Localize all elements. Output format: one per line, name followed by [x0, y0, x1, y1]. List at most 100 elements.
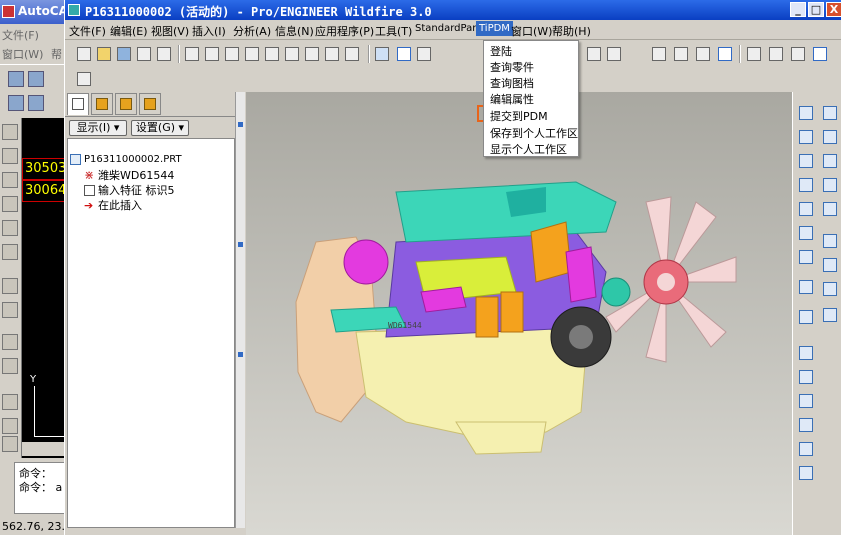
autocad-menu-help[interactable]: 帮 — [51, 48, 62, 61]
tab-folder-browser[interactable] — [91, 93, 113, 115]
autocad-menu-file[interactable]: 文件(F) — [2, 29, 39, 42]
datum-curve-button[interactable] — [797, 176, 815, 194]
datum-points-toggle[interactable] — [789, 45, 807, 63]
autocad-cloud-icon[interactable] — [2, 244, 18, 260]
redo-button[interactable] — [203, 45, 221, 63]
copy-button[interactable] — [243, 45, 261, 63]
show-dropdown[interactable]: 显示(I) ▾ — [69, 120, 127, 136]
tree-item-part[interactable]: P16311000002.PRT — [70, 153, 182, 167]
autocad-region-icon[interactable] — [2, 302, 18, 318]
pattern-button[interactable] — [821, 200, 839, 218]
extend-button[interactable] — [821, 232, 839, 250]
find-button[interactable] — [323, 45, 341, 63]
menu-standardpart[interactable]: StandardPart — [415, 23, 480, 34]
print-button[interactable] — [135, 45, 153, 63]
menu-analysis[interactable]: 分析(A) — [233, 23, 271, 39]
close-button[interactable]: X — [826, 2, 841, 17]
context-help-button[interactable] — [75, 70, 93, 88]
draft-button[interactable] — [797, 416, 815, 434]
menu-file[interactable]: 文件(F) — [69, 23, 106, 39]
autocad-tool-icon[interactable] — [28, 71, 44, 87]
save-button[interactable] — [115, 45, 133, 63]
orient-button[interactable] — [605, 45, 623, 63]
hole-button[interactable] — [797, 344, 815, 362]
chamfer-button[interactable] — [797, 464, 815, 482]
autocad-line-icon[interactable] — [2, 124, 18, 140]
menu-view[interactable]: 视图(V) — [151, 23, 189, 39]
hidden-line-button[interactable] — [672, 45, 690, 63]
autocad-arrow-icon[interactable] — [2, 418, 18, 434]
new-file-button[interactable] — [75, 45, 93, 63]
tree-item-import[interactable]: 输入特征 标识5 — [84, 184, 175, 198]
menu-insert[interactable]: 插入(I) — [192, 23, 226, 39]
graphics-window[interactable]: WD61544 — [246, 92, 792, 535]
autocad-tool-icon[interactable] — [8, 71, 24, 87]
menu-applications[interactable]: 应用程序(P) — [315, 23, 374, 39]
datum-point-button[interactable] — [415, 45, 433, 63]
tab-connections[interactable] — [139, 93, 161, 115]
shell-button[interactable] — [797, 368, 815, 386]
datum-plane-offset-button[interactable] — [797, 128, 815, 146]
menu-item-query-drawing[interactable]: 查询图档 — [490, 75, 534, 90]
autocad-circle-icon[interactable] — [2, 220, 18, 236]
autocad-tool-icon[interactable] — [28, 95, 44, 111]
datum-axis-button[interactable] — [395, 45, 413, 63]
selection-filter-button[interactable] — [343, 45, 361, 63]
menu-tipdm[interactable]: TiPDM — [476, 21, 513, 36]
round-button[interactable] — [797, 440, 815, 458]
menu-item-submit-to-pdm[interactable]: 提交到PDM — [490, 108, 548, 123]
open-file-button[interactable] — [95, 45, 113, 63]
autocad-tool-icon[interactable] — [8, 95, 24, 111]
autocad-text-icon[interactable] — [2, 334, 18, 350]
menu-item-edit-attributes[interactable]: 编辑属性 — [490, 91, 534, 106]
autocad-hatch-icon[interactable] — [2, 278, 18, 294]
menu-item-show-workspace[interactable]: 显示个人工作区 — [490, 141, 567, 156]
merge-button[interactable] — [821, 152, 839, 170]
thicken-button[interactable] — [821, 280, 839, 298]
cut-button[interactable] — [223, 45, 241, 63]
sketch-tool-button[interactable] — [797, 278, 815, 296]
undo-button[interactable] — [183, 45, 201, 63]
coordinate-systems-toggle[interactable] — [811, 45, 829, 63]
csys-button[interactable] — [797, 224, 815, 242]
rib-button[interactable] — [797, 392, 815, 410]
minimize-button[interactable]: _ — [790, 2, 806, 17]
paste-button[interactable] — [263, 45, 281, 63]
send-email-button[interactable] — [155, 45, 173, 63]
datum-plane-button[interactable] — [797, 104, 815, 122]
no-hidden-button[interactable] — [694, 45, 712, 63]
menu-tools[interactable]: 工具(T) — [375, 23, 412, 39]
settings-dropdown[interactable]: 设置(G) ▾ — [131, 120, 189, 136]
autocad-menu-window[interactable]: 窗口(W) — [2, 48, 43, 61]
autocad-rectangle-icon[interactable] — [2, 172, 18, 188]
spin-center-button[interactable] — [585, 45, 603, 63]
tab-model-tree[interactable] — [67, 93, 89, 115]
paste-special-button[interactable] — [283, 45, 301, 63]
autocad-polyline-icon[interactable] — [2, 148, 18, 164]
autocad-globe-icon[interactable] — [2, 436, 18, 452]
menu-info[interactable]: 信息(N) — [275, 23, 314, 39]
autocad-drawing-area[interactable]: 30503 30064 Y — [21, 118, 67, 458]
menu-item-query-part[interactable]: 查询零件 — [490, 59, 534, 74]
tree-item-feature[interactable]: ⋇ 潍柴WD61544 — [84, 169, 174, 183]
datum-axes-toggle[interactable] — [767, 45, 785, 63]
regenerate-button[interactable] — [303, 45, 321, 63]
shading-button[interactable] — [716, 45, 734, 63]
menu-edit[interactable]: 编辑(E) — [110, 23, 148, 39]
navigator-sash[interactable] — [235, 92, 245, 528]
autocad-check-icon[interactable] — [2, 394, 18, 410]
offset-button[interactable] — [821, 256, 839, 274]
tab-favorites[interactable] — [115, 93, 137, 115]
autocad-command-line[interactable]: 命令： 命令： a — [14, 462, 66, 514]
tree-item-insert-here[interactable]: ➔ 在此插入 — [84, 199, 142, 213]
copy-feature-button[interactable] — [821, 104, 839, 122]
datum-planes-toggle[interactable] — [745, 45, 763, 63]
datum-axis-tool-button[interactable] — [797, 152, 815, 170]
autocad-arc-icon[interactable] — [2, 196, 18, 212]
menu-item-login[interactable]: 登陆 — [490, 43, 512, 58]
wireframe-button[interactable] — [650, 45, 668, 63]
trim-button[interactable] — [821, 176, 839, 194]
autocad-layout-tabs[interactable] — [22, 442, 67, 456]
sketch-button[interactable] — [373, 45, 391, 63]
menu-window[interactable]: 窗口(W) — [511, 23, 552, 39]
